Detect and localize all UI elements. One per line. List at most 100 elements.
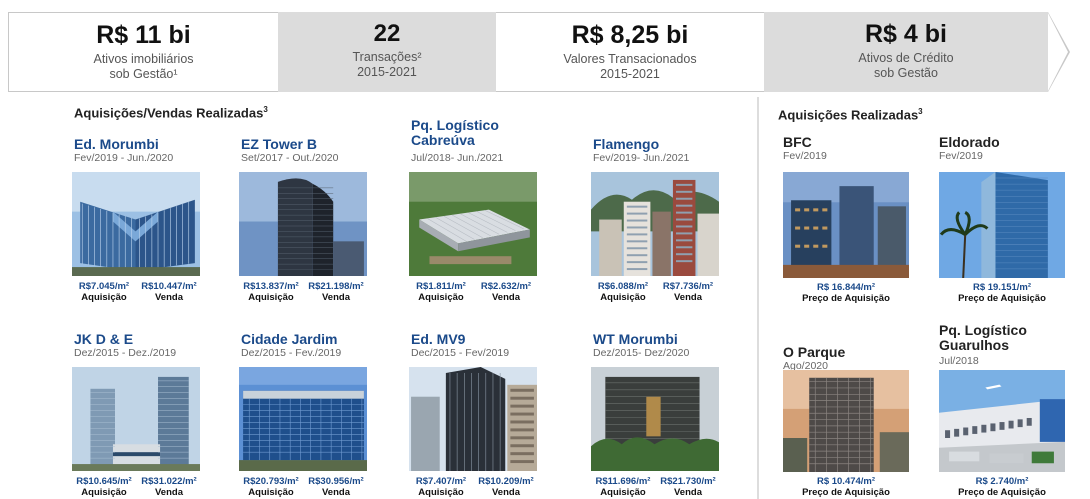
property-dates: Jul/2018- Jun./2021 bbox=[411, 152, 504, 164]
property-photo bbox=[409, 172, 537, 276]
property-card: Eldorado Fev/2019 R$ 19.151/m² Preço de Aq… bbox=[939, 135, 1067, 304]
acquisition-price-label: Preço de Aquisição bbox=[958, 293, 1046, 304]
acquisition-label: Aquisição bbox=[600, 292, 646, 303]
acquisition-price-value: R$10.645/m² bbox=[76, 476, 132, 487]
acquisition-label: Aquisição bbox=[81, 487, 127, 498]
property-name: Ed. Morumbi bbox=[74, 136, 159, 152]
acquisition-price: R$ 10.474/m² Preço de Aquisição bbox=[783, 476, 909, 498]
property-card: O Parque Ago/2020 R$ 10.474/m² Preço de Aq… bbox=[783, 345, 911, 499]
kpi-transacted-value: R$ 8,25 bi Valores Transacionados 2015-2… bbox=[496, 12, 764, 92]
sale-label: Venda bbox=[674, 292, 702, 303]
acquisition-price: R$ 2.740/m² Preço de Aquisição bbox=[939, 476, 1065, 498]
property-dates: Fev/2019 bbox=[939, 150, 983, 162]
sale-price-value: R$10.209/m² bbox=[478, 476, 534, 487]
right-section-title-sup: 3 bbox=[918, 107, 923, 116]
acquisition-price-label: Preço de Aquisição bbox=[802, 487, 890, 498]
acquisition-price: R$20.793/m² Aquisição bbox=[241, 476, 301, 498]
sale-price: R$10.209/m² Venda bbox=[473, 476, 539, 498]
acquisition-label: Aquisição bbox=[81, 292, 127, 303]
kpi-assets-under-management: R$ 11 bi Ativos imobiliários sob Gestão¹ bbox=[8, 12, 278, 92]
acquisition-price-value: R$7.407/m² bbox=[415, 476, 467, 487]
kpi-label: Ativos de Crédito sob Gestão bbox=[858, 51, 954, 80]
property-photo bbox=[939, 370, 1065, 472]
property-name: Pq. Logístico Cabreúva bbox=[411, 117, 499, 148]
acquisition-label: Aquisição bbox=[248, 292, 294, 303]
property-name: JK D & E bbox=[74, 331, 134, 347]
kpi-label: Transações² 2015-2021 bbox=[352, 50, 422, 79]
acquisition-price: R$ 19.151/m² Preço de Aquisição bbox=[939, 282, 1065, 304]
left-section-title-sup: 3 bbox=[263, 105, 268, 114]
property-card: Ed. MV9 Dec/2015 - Fev/2019 R$7.407/m² Aqu… bbox=[409, 331, 541, 498]
sale-label: Venda bbox=[674, 487, 702, 498]
section-divider bbox=[757, 97, 759, 499]
kpi-transactions: 22 Transações² 2015-2021 bbox=[278, 12, 496, 92]
sale-price: R$21.198/m² Venda bbox=[303, 281, 369, 303]
sale-label: Venda bbox=[322, 292, 350, 303]
property-card: Cidade Jardim Dez/2015 - Fev./2019 R$20.7… bbox=[239, 332, 371, 498]
acquisition-label: Aquisição bbox=[248, 487, 294, 498]
property-name: Pq. Logístico Guarulhos bbox=[939, 322, 1027, 353]
left-section-title: Aquisições/Vendas Realizadas3 bbox=[74, 105, 268, 120]
sale-price-value: R$7.736/m² bbox=[662, 281, 714, 292]
sale-label: Venda bbox=[492, 487, 520, 498]
property-dates: Fev/2019- Jun./2021 bbox=[593, 152, 690, 164]
kpi-label: Valores Transacionados 2015-2021 bbox=[563, 52, 697, 81]
property-name: EZ Tower B bbox=[241, 136, 317, 152]
property-card: EZ Tower B Set/2017 - Out./2020 R$13.837/… bbox=[239, 136, 371, 303]
sale-label: Venda bbox=[492, 292, 520, 303]
property-photo bbox=[409, 367, 537, 471]
property-dates: Fev/2019 bbox=[783, 150, 827, 162]
property-dates: Jul/2018 bbox=[939, 355, 979, 367]
property-card: BFC Fev/2019 R$ 16.844/m² Preço de Aquisiç… bbox=[783, 135, 911, 304]
kpi-credit-assets: R$ 4 bi Ativos de Crédito sob Gestão bbox=[764, 12, 1048, 92]
property-card: JK D & E Dez/2015 - Dez./2019 R$10.645/m²… bbox=[72, 331, 204, 498]
acquisition-label: Aquisição bbox=[600, 487, 646, 498]
acquisition-price-label: Preço de Aquisição bbox=[958, 487, 1046, 498]
sale-price: R$21.730/m² Venda bbox=[655, 476, 721, 498]
property-card: Ed. Morumbi Fev/2019 - Jun./2020 R$7.045/… bbox=[72, 136, 204, 303]
property-photo bbox=[239, 172, 367, 276]
acquisition-price: R$13.837/m² Aquisição bbox=[241, 281, 301, 303]
sale-price-value: R$10.447/m² bbox=[141, 281, 197, 292]
property-card: Flamengo Fev/2019- Jun./2021 R$6.088/m² Aq… bbox=[591, 136, 723, 303]
kpi-banner: R$ 11 bi Ativos imobiliários sob Gestão¹… bbox=[0, 0, 1090, 96]
sale-price-value: R$31.022/m² bbox=[141, 476, 197, 487]
acquisition-price-value: R$11.696/m² bbox=[595, 476, 651, 487]
sale-price-value: R$2.632/m² bbox=[480, 281, 532, 292]
property-dates: Fev/2019 - Jun./2020 bbox=[74, 152, 174, 164]
sale-price: R$2.632/m² Venda bbox=[473, 281, 539, 303]
sale-price: R$31.022/m² Venda bbox=[136, 476, 202, 498]
kpi-value: R$ 11 bi bbox=[96, 21, 191, 49]
acquisition-price-value: R$ 16.844/m² bbox=[816, 282, 876, 293]
sale-price: R$7.736/m² Venda bbox=[655, 281, 721, 303]
acquisition-label: Aquisição bbox=[418, 292, 464, 303]
property-name: O Parque bbox=[783, 344, 846, 360]
property-name: Flamengo bbox=[593, 136, 660, 152]
property-photo bbox=[591, 367, 719, 471]
property-dates: Set/2017 - Out./2020 bbox=[241, 152, 339, 164]
property-dates: Dez/2015 - Fev./2019 bbox=[241, 347, 342, 359]
property-card: WT Morumbi Dez/2015- Dez/2020 R$11.696/m²… bbox=[591, 331, 723, 498]
sale-label: Venda bbox=[322, 487, 350, 498]
acquisition-price: R$11.696/m² Aquisição bbox=[593, 476, 653, 498]
acquisition-price-value: R$6.088/m² bbox=[597, 281, 649, 292]
property-photo bbox=[239, 367, 367, 471]
acquisition-price-value: R$ 2.740/m² bbox=[975, 476, 1029, 487]
sale-price: R$10.447/m² Venda bbox=[136, 281, 202, 303]
property-name: WT Morumbi bbox=[593, 331, 678, 347]
kpi-value: R$ 8,25 bi bbox=[571, 21, 689, 49]
acquisition-price: R$7.045/m² Aquisição bbox=[74, 281, 134, 303]
acquisition-price-value: R$1.811/m² bbox=[416, 281, 466, 292]
sale-price-value: R$30.956/m² bbox=[308, 476, 364, 487]
property-photo bbox=[783, 172, 909, 278]
sale-label: Venda bbox=[155, 292, 183, 303]
property-photo bbox=[939, 172, 1065, 278]
banner-arrow-inner bbox=[1048, 13, 1068, 91]
acquisition-price-value: R$ 19.151/m² bbox=[972, 282, 1032, 293]
property-name: Ed. MV9 bbox=[411, 331, 466, 347]
acquisition-price-label: Preço de Aquisição bbox=[802, 293, 890, 304]
acquisition-price-value: R$20.793/m² bbox=[243, 476, 299, 487]
acquisition-price: R$ 16.844/m² Preço de Aquisição bbox=[783, 282, 909, 304]
acquisition-label: Aquisição bbox=[418, 487, 464, 498]
sale-price-value: R$21.730/m² bbox=[660, 476, 716, 487]
